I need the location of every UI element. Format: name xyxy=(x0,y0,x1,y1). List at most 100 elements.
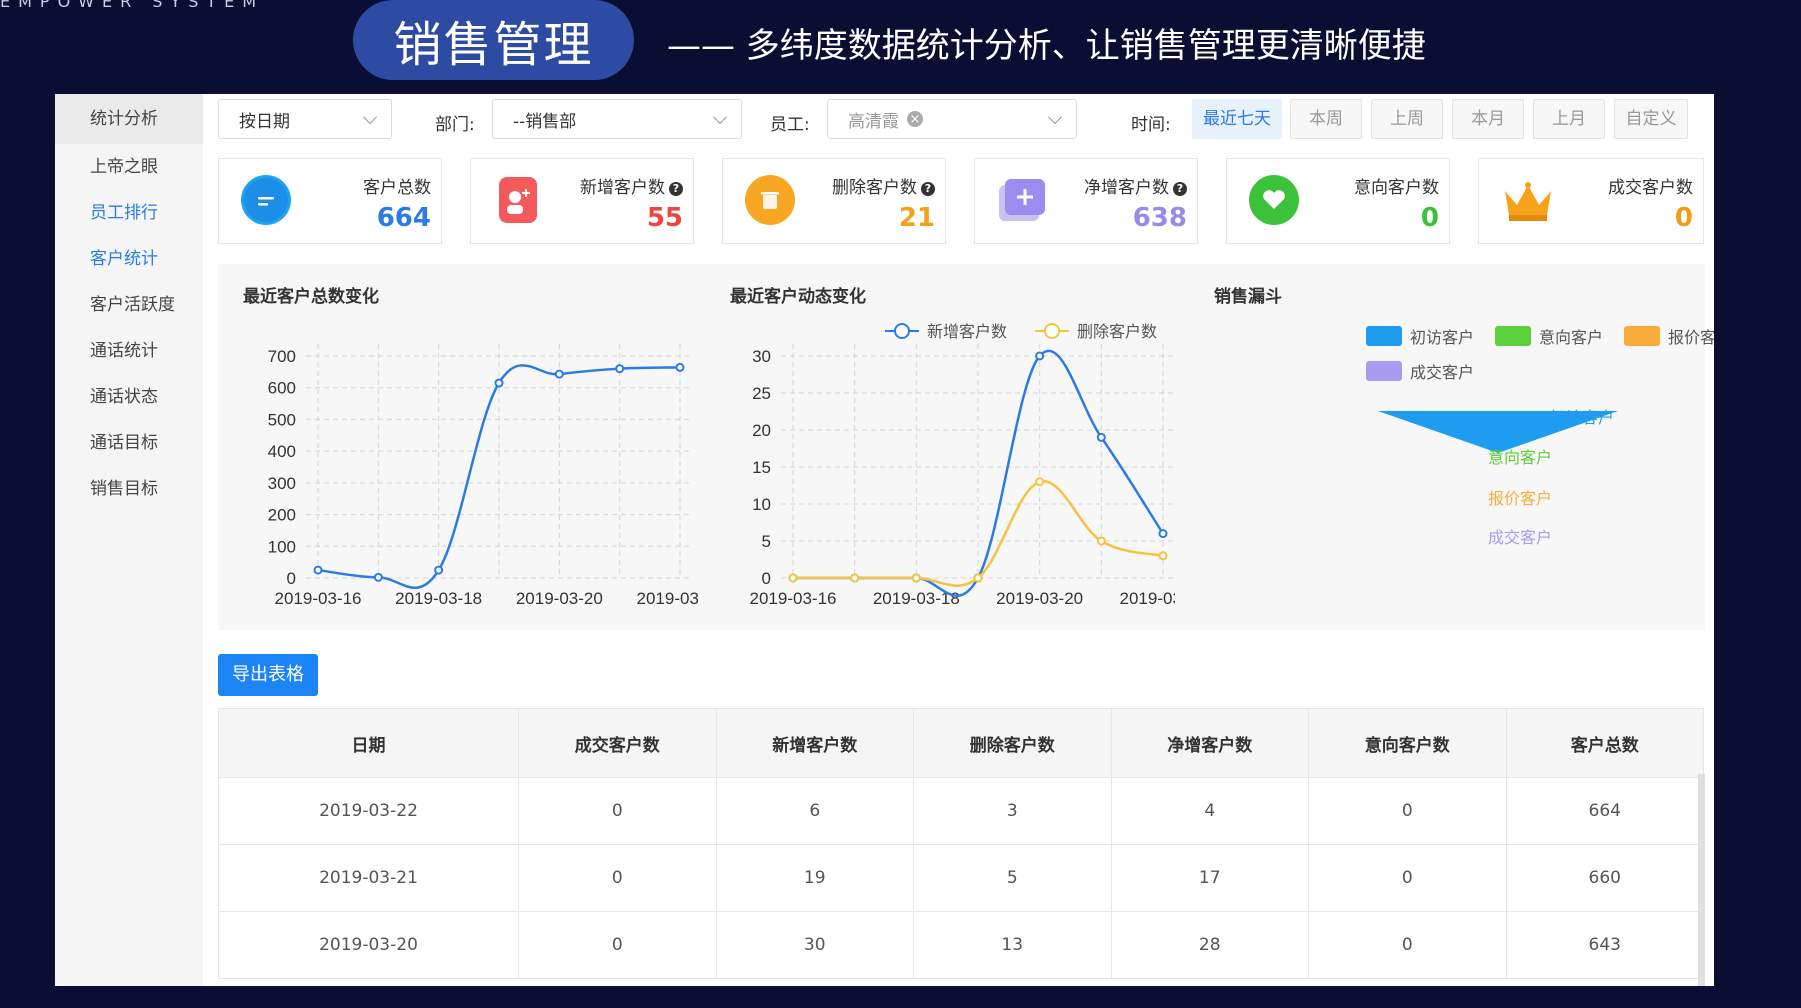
y-tick-label: 400 xyxy=(268,442,296,461)
stat-label: 成交客户数 xyxy=(1608,178,1693,198)
time-btn-last-week[interactable]: 上周 xyxy=(1371,99,1443,139)
system-text: EMPOWER SYSTEM xyxy=(0,0,265,11)
legend-label: 初访客户 xyxy=(1410,328,1475,347)
legend-intent[interactable]: 意向客户 xyxy=(1495,324,1603,348)
time-btn-this-month[interactable]: 本月 xyxy=(1452,99,1524,139)
legend-deal[interactable]: 成交客户 xyxy=(1366,359,1474,383)
dept-select[interactable]: --销售部 xyxy=(492,99,742,139)
y-tick-label: 15 xyxy=(752,458,771,477)
time-btn-last7[interactable]: 最近七天 xyxy=(1192,99,1282,139)
total-customers-chart: 0 100 200 300 400 500 600 700 2019-03-16 2019-03-… xyxy=(268,344,698,608)
table-cell: 6 xyxy=(715,777,914,845)
time-label: 时间: xyxy=(1131,115,1171,135)
table-cell: 0 xyxy=(518,911,717,979)
legend-visit[interactable]: 初访客户 xyxy=(1366,324,1474,348)
legend-label: 意向客户 xyxy=(1539,328,1604,347)
table-cell: 660 xyxy=(1505,844,1704,912)
stats-table: 日期 成交客户数 新增客户数 删除客户数 净增客户数 意向客户数 客户总数 20… xyxy=(218,708,1704,979)
time-btn-this-week[interactable]: 本周 xyxy=(1290,99,1362,139)
group-by-select[interactable]: 按日期 xyxy=(218,99,392,139)
time-btn-last-month[interactable]: 上月 xyxy=(1533,99,1605,139)
help-icon[interactable]: ? xyxy=(921,182,935,196)
sidebar-item-call-target[interactable]: 通话目标 xyxy=(55,420,203,466)
funnel-label-visit: 初访客户 xyxy=(1550,408,1615,427)
stat-value: 638 xyxy=(1132,203,1187,233)
close-icon[interactable]: × xyxy=(907,111,923,127)
data-point xyxy=(313,565,323,575)
legend-quote[interactable]: 报价客户 xyxy=(1624,324,1714,348)
sidebar-item-customer-stats[interactable]: 客户统计 xyxy=(55,236,203,282)
legend-label: 报价客户 xyxy=(1668,328,1714,347)
chevron-down-icon xyxy=(1047,109,1063,125)
x-tick-label: 2019-03-16 xyxy=(750,589,837,608)
stat-label: 意向客户数 xyxy=(1354,178,1439,198)
data-point xyxy=(850,573,860,583)
table-cell: 2019-03-21 xyxy=(218,844,519,912)
table-cell: 28 xyxy=(1110,911,1309,979)
data-point xyxy=(1096,536,1106,546)
y-tick-label: 10 xyxy=(752,495,771,514)
stat-label-text: 删除客户数 xyxy=(832,178,917,198)
legend-label: 新增客户数 xyxy=(927,323,1007,341)
sidebar-item-call-stats[interactable]: 通话统计 xyxy=(55,328,203,374)
time-btn-custom[interactable]: 自定义 xyxy=(1614,99,1688,139)
table-cell: 30 xyxy=(715,911,914,979)
x-tick-label: 2019-03-22 xyxy=(637,589,698,608)
data-point xyxy=(911,573,921,583)
add-user-icon xyxy=(493,175,543,225)
legend-swatch xyxy=(1366,326,1402,346)
y-tick-label: 700 xyxy=(268,347,296,366)
data-point xyxy=(434,565,444,575)
app-panel: 统计分析 上帝之眼 员工排行 客户统计 客户活跃度 通话统计 通话状态 通话目标… xyxy=(55,94,1714,986)
table-cell: 0 xyxy=(1308,777,1507,845)
sidebar-item-god-eye[interactable]: 上帝之眼 xyxy=(55,144,203,190)
table-row: 2019-03-22 0 6 3 4 0 664 xyxy=(218,777,1704,845)
x-tick-label: 2019-03-18 xyxy=(395,589,482,608)
legend-item: 删除客户数 xyxy=(1035,323,1157,341)
sidebar-item-customer-activity[interactable]: 客户活跃度 xyxy=(55,282,203,328)
export-button[interactable]: 导出表格 xyxy=(218,654,318,696)
column-header[interactable]: 成交客户数 xyxy=(518,708,717,778)
column-header[interactable]: 意向客户数 xyxy=(1308,708,1507,778)
data-point xyxy=(373,572,383,582)
table-header-row: 日期 成交客户数 新增客户数 删除客户数 净增客户数 意向客户数 客户总数 xyxy=(218,708,1704,778)
data-point xyxy=(788,573,798,583)
stat-card-deal: 成交客户数 0 xyxy=(1478,158,1704,244)
sidebar-item-staff-rank[interactable]: 员工排行 xyxy=(55,190,203,236)
help-icon[interactable]: ? xyxy=(669,182,683,196)
legend-marker xyxy=(1044,323,1060,339)
staff-tag-label: 高清霞 xyxy=(848,111,899,132)
column-header[interactable]: 客户总数 xyxy=(1505,708,1704,778)
stat-card-intent: 意向客户数 0 xyxy=(1226,158,1450,244)
y-tick-label: 25 xyxy=(752,384,771,403)
column-header[interactable]: 新增客户数 xyxy=(715,708,914,778)
table-cell: 17 xyxy=(1110,844,1309,912)
main-content: 按日期 部门: --销售部 员工: 高清霞 × 时间: 最近七天 本周 上周 本… xyxy=(218,94,1714,986)
table-cell: 3 xyxy=(913,777,1112,845)
staff-select[interactable]: 高清霞 × xyxy=(827,99,1077,139)
x-tick-label: 2019-03-16 xyxy=(275,589,362,608)
stat-value: 0 xyxy=(1674,203,1693,233)
stat-label: 净增客户数? xyxy=(1084,173,1187,198)
data-point xyxy=(1158,551,1168,561)
column-header[interactable]: 删除客户数 xyxy=(913,708,1112,778)
legend-swatch xyxy=(1366,361,1402,381)
sidebar-item-call-status[interactable]: 通话状态 xyxy=(55,374,203,420)
customer-dynamics-chart: 0510152025302019-03-16 2019-03-18 2019-03-… xyxy=(750,323,1175,608)
data-point xyxy=(675,362,685,372)
table-scrollbar[interactable] xyxy=(1698,774,1705,986)
sidebar-item-sales-target[interactable]: 销售目标 xyxy=(55,466,203,512)
sidebar-header[interactable]: 统计分析 xyxy=(55,94,203,144)
scrollbar-thumb[interactable] xyxy=(1698,774,1705,986)
column-header[interactable]: 日期 xyxy=(218,708,519,778)
stat-label-text: 新增客户数 xyxy=(580,178,665,198)
table-cell: 2019-03-22 xyxy=(218,777,519,845)
sidebar: 统计分析 上帝之眼 员工排行 客户统计 客户活跃度 通话统计 通话状态 通话目标… xyxy=(55,94,203,986)
group-by-value: 按日期 xyxy=(239,111,290,132)
chart-title-funnel: 销售漏斗 xyxy=(1214,287,1282,307)
legend-swatch xyxy=(1624,326,1660,346)
data-point xyxy=(1035,351,1045,361)
help-icon[interactable]: ? xyxy=(1173,182,1187,196)
data-point xyxy=(1096,432,1106,442)
column-header[interactable]: 净增客户数 xyxy=(1110,708,1309,778)
